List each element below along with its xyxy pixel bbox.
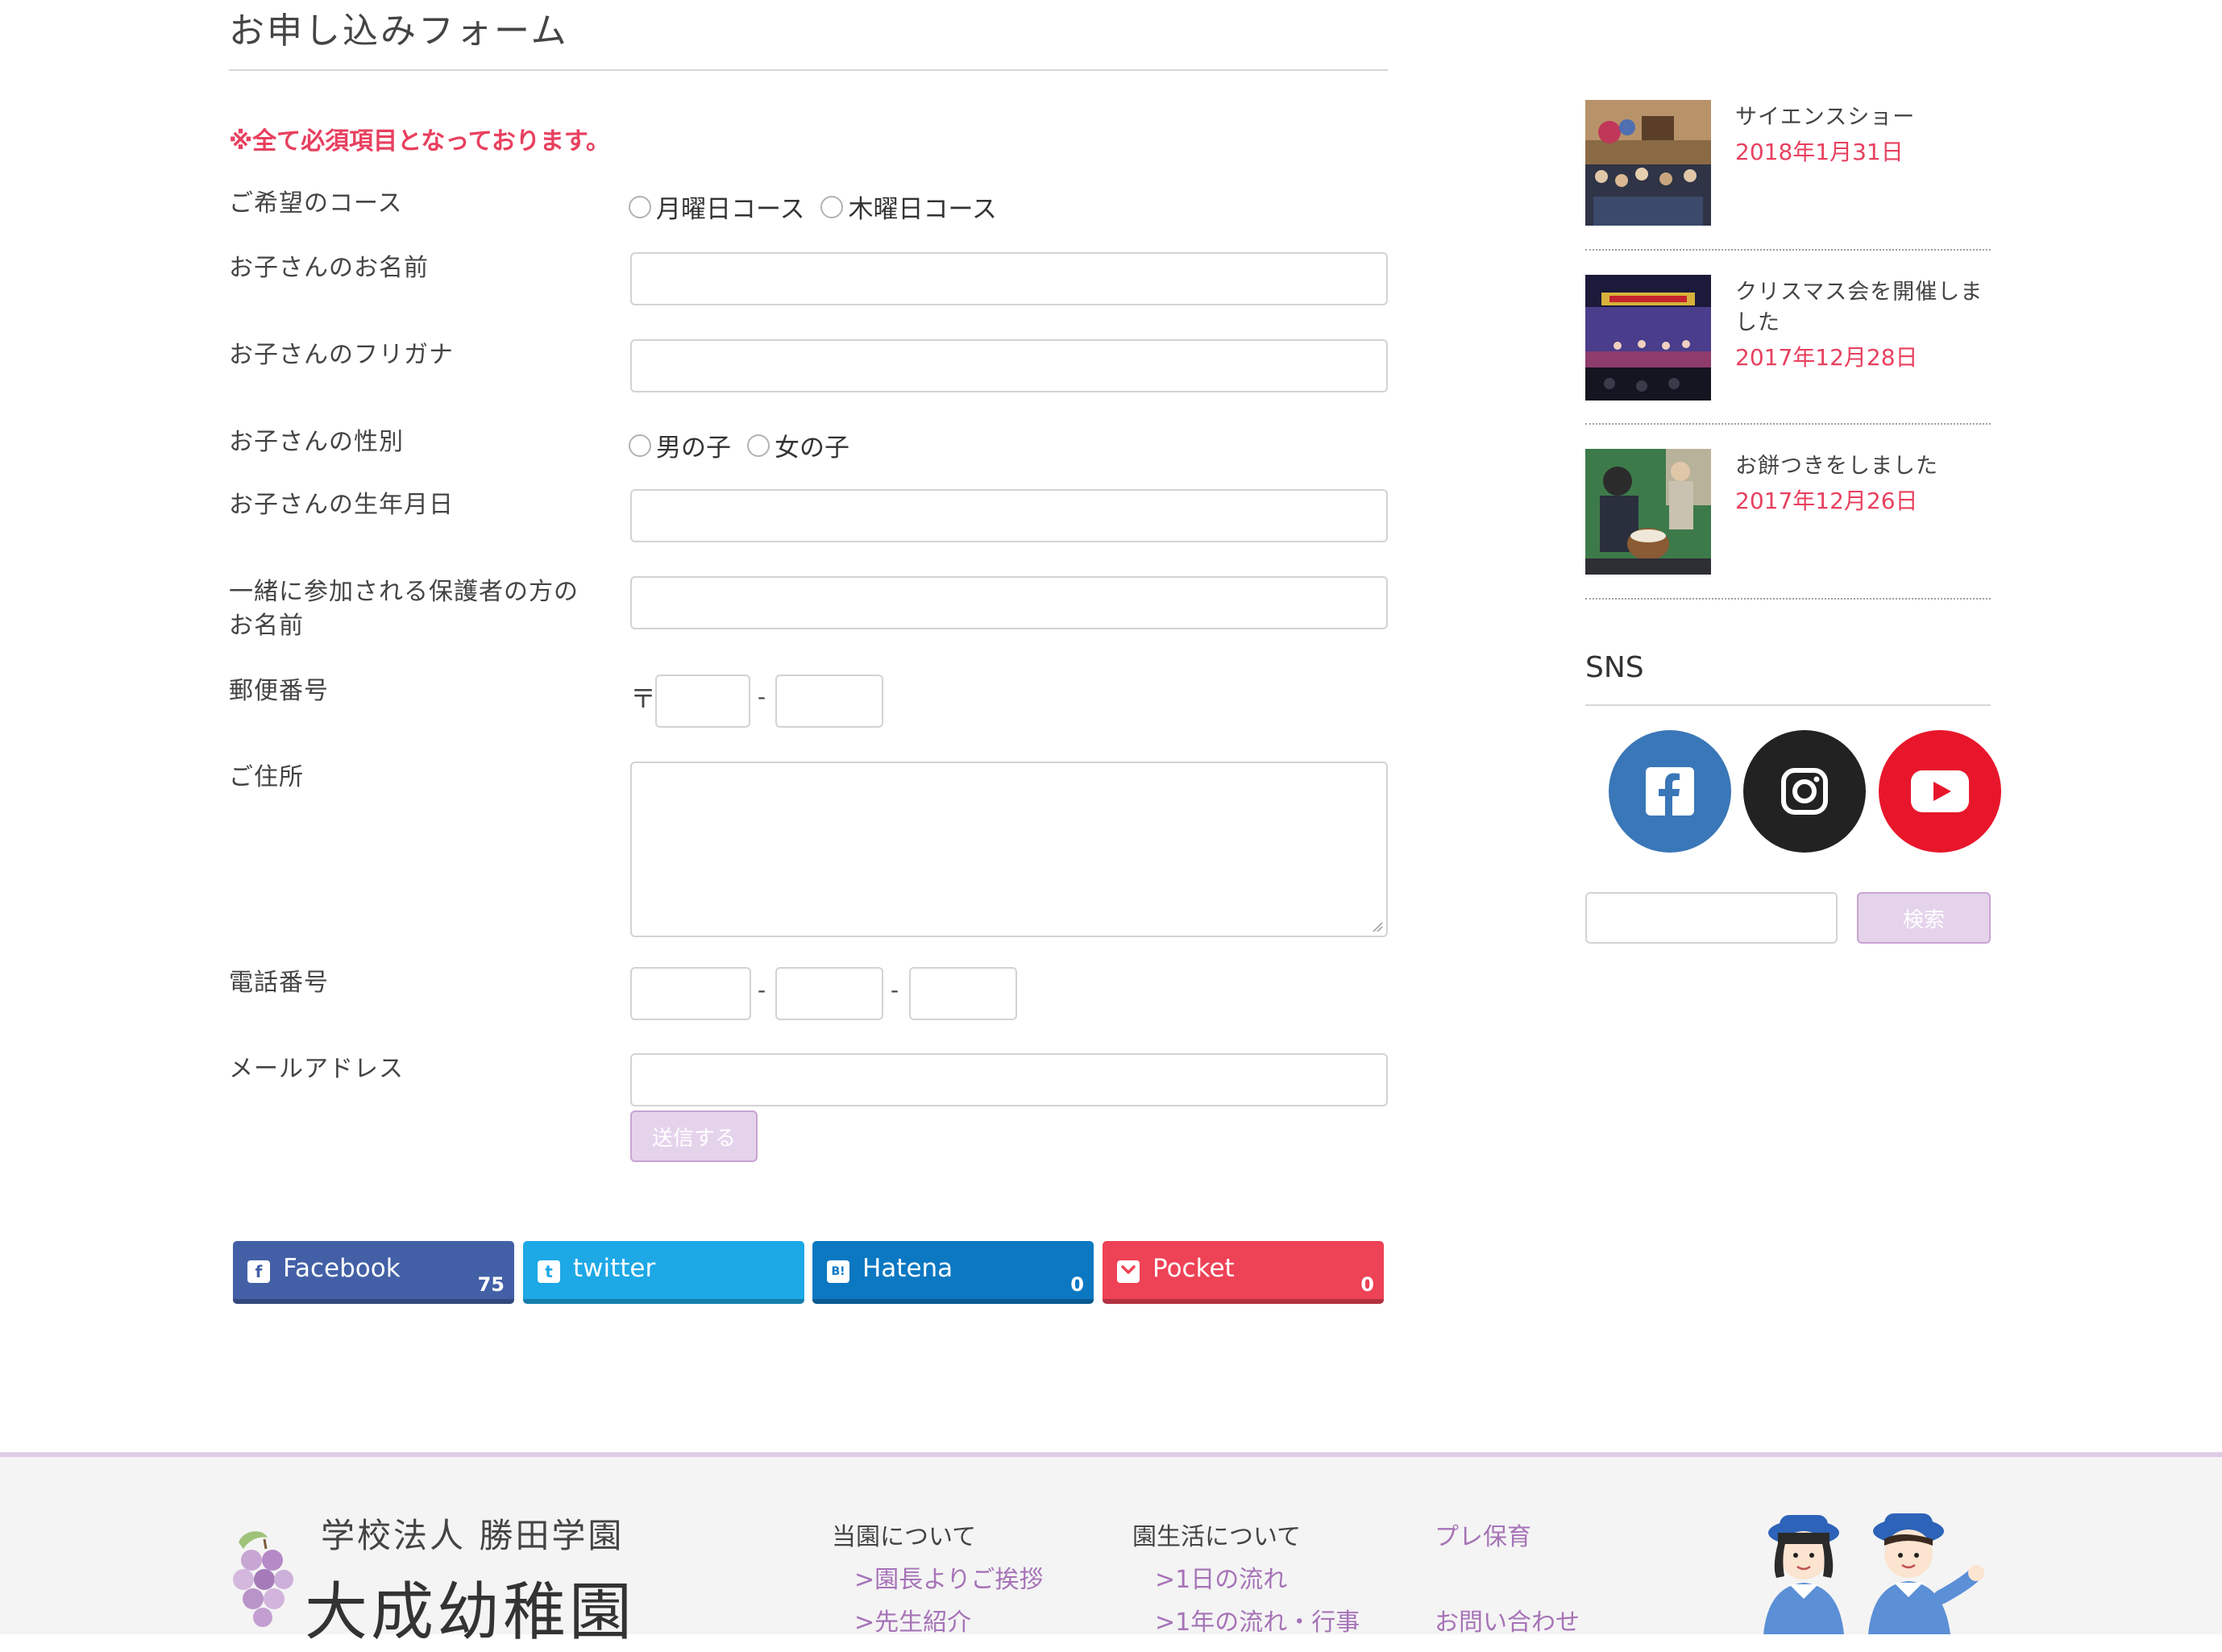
course-thursday-label[interactable]: 木曜日コース: [848, 189, 996, 225]
postal-label: 郵便番号: [229, 677, 329, 705]
phone-second-input[interactable]: [775, 967, 883, 1020]
guardian-name-label-line1: 一緒に参加される保護者の方の: [229, 578, 579, 606]
school-corp-name: 学校法人 勝田学園: [321, 1516, 625, 1555]
share-facebook-button[interactable]: f Facebook 75: [233, 1241, 514, 1304]
facebook-icon: [1646, 767, 1694, 816]
postal-separator: -: [758, 683, 766, 710]
footer-link-pre-school[interactable]: プレ保育: [1435, 1517, 1531, 1552]
phone-first-input[interactable]: [630, 967, 751, 1020]
postal-code-second-input[interactable]: [775, 674, 883, 728]
share-twitter-button[interactable]: t twitter: [523, 1241, 804, 1304]
facebook-link-button[interactable]: [1609, 730, 1731, 853]
share-facebook-label: Facebook: [283, 1254, 401, 1283]
post-title-christmas-line2: した: [1735, 310, 1780, 335]
post-thumbnail-christmas[interactable]: [1585, 275, 1711, 401]
gender-girl-label[interactable]: 女の子: [775, 427, 849, 463]
guardian-name-label-line2: お名前: [229, 612, 304, 640]
gender-boy-label[interactable]: 男の子: [656, 427, 731, 463]
child-gender-label: お子さんの性別: [229, 428, 404, 456]
course-thursday-radio[interactable]: [820, 195, 844, 218]
instagram-icon: [1781, 768, 1828, 815]
gender-girl-radio[interactable]: [747, 434, 770, 457]
search-button[interactable]: 検索: [1857, 892, 1991, 944]
phone-separator-1: -: [758, 977, 766, 1003]
post-thumbnail-science-show[interactable]: [1585, 100, 1711, 226]
page-title: お申し込みフォーム: [229, 10, 569, 52]
resize-grip-icon[interactable]: [1372, 921, 1383, 932]
search-input[interactable]: [1585, 892, 1838, 944]
footer-link-contact[interactable]: お問い合わせ: [1435, 1602, 1580, 1637]
kindergarten-name[interactable]: 大成幼稚園: [305, 1562, 635, 1652]
child-kana-label: お子さんのフリガナ: [229, 341, 454, 369]
share-hatena-button[interactable]: B! Hatena 0: [812, 1241, 1094, 1304]
footer-school-life-heading[interactable]: 園生活について: [1132, 1517, 1301, 1552]
footer-link-yearly-events[interactable]: >1年の流れ・行事: [1155, 1602, 1360, 1637]
share-hatena-count: 0: [1070, 1273, 1084, 1296]
child-birthday-label: お子さんの生年月日: [229, 491, 454, 519]
post-divider: [1585, 598, 1991, 600]
post-divider: [1585, 249, 1991, 251]
email-label: メールアドレス: [229, 1055, 404, 1083]
postal-code-first-input[interactable]: [655, 674, 750, 728]
title-divider: [229, 69, 1388, 71]
share-pocket-label: Pocket: [1153, 1254, 1235, 1283]
share-facebook-count: 75: [477, 1273, 505, 1296]
address-label: ご住所: [229, 763, 304, 791]
share-twitter-label: twitter: [573, 1254, 656, 1283]
child-name-input[interactable]: [630, 252, 1388, 305]
share-pocket-button[interactable]: Pocket 0: [1103, 1241, 1384, 1304]
youtube-link-button[interactable]: [1879, 730, 2001, 853]
sns-divider: [1585, 704, 1991, 706]
gender-boy-radio[interactable]: [629, 434, 651, 457]
footer-link-teachers[interactable]: >先生紹介: [854, 1602, 971, 1637]
post-divider: [1585, 423, 1991, 425]
submit-button[interactable]: 送信する: [630, 1110, 758, 1162]
post-title-christmas[interactable]: クリスマス会を開催しま した: [1735, 277, 2001, 338]
course-radio-group: 月曜日コース 木曜日コース: [629, 189, 1013, 225]
phone-separator-2: -: [891, 977, 899, 1003]
post-date-science-show: 2018年1月31日: [1735, 139, 1904, 165]
address-textarea[interactable]: [630, 762, 1388, 937]
phone-label: 電話番号: [229, 969, 329, 997]
instagram-link-button[interactable]: [1743, 730, 1866, 853]
footer-link-greeting[interactable]: >園長よりご挨拶: [854, 1559, 1044, 1595]
postal-mark: 〒: [630, 683, 658, 714]
sns-heading: SNS: [1585, 651, 1644, 684]
post-date-christmas: 2017年12月28日: [1735, 344, 1918, 371]
phone-third-input[interactable]: [909, 967, 1017, 1020]
twitter-icon: t: [538, 1260, 560, 1283]
footer-link-daily-flow[interactable]: >1日の流れ: [1155, 1559, 1287, 1595]
child-kana-input[interactable]: [630, 339, 1388, 392]
children-illustration-icon: [1763, 1513, 1984, 1634]
child-birthday-input[interactable]: [630, 489, 1388, 542]
course-monday-label[interactable]: 月曜日コース: [656, 189, 804, 225]
share-pocket-count: 0: [1360, 1273, 1374, 1296]
post-title-science-show[interactable]: サイエンスショー: [1735, 102, 2001, 133]
post-title-mochi[interactable]: お餅つきをしました: [1735, 451, 2001, 482]
course-label: ご希望のコース: [229, 189, 403, 218]
pocket-icon: [1117, 1260, 1140, 1283]
required-notice: ※全て必須項目となっております。: [229, 127, 610, 156]
email-input[interactable]: [630, 1053, 1388, 1106]
youtube-icon: [1911, 770, 1969, 812]
gender-radio-group: 男の子 女の子: [629, 427, 866, 463]
child-name-label: お子さんのお名前: [229, 254, 429, 282]
course-monday-radio[interactable]: [629, 195, 651, 218]
post-date-mochi: 2017年12月26日: [1735, 488, 1918, 514]
post-thumbnail-mochi[interactable]: [1585, 449, 1711, 575]
grape-logo-icon: [233, 1531, 293, 1627]
hatena-icon: B!: [827, 1260, 849, 1283]
share-hatena-label: Hatena: [862, 1254, 953, 1283]
guardian-name-input[interactable]: [630, 576, 1388, 629]
footer-about-heading[interactable]: 当園について: [832, 1517, 976, 1552]
facebook-icon: f: [247, 1260, 270, 1283]
post-title-christmas-line1: クリスマス会を開催しま: [1735, 280, 1983, 305]
guardian-name-label: 一緒に参加される保護者の方の お名前: [229, 575, 579, 643]
